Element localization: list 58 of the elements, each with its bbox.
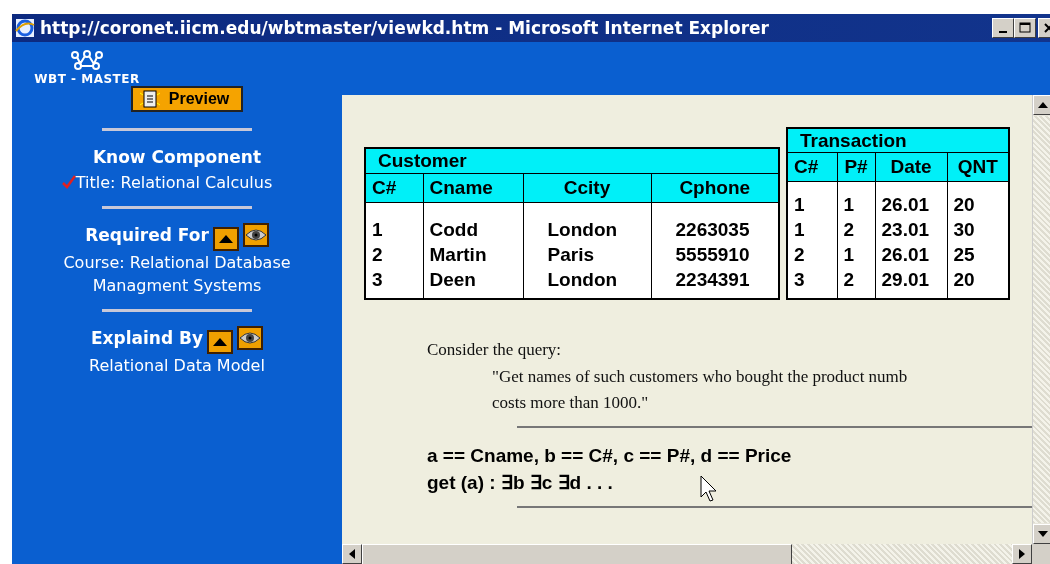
table-cell: 23.01 xyxy=(875,217,947,242)
table-cell: 1 xyxy=(787,217,837,242)
table-cell: 5555910 xyxy=(651,242,779,267)
window-title: http://coronet.iicm.edu/wbtmaster/viewkd.htm - Microsoft Internet Explorer xyxy=(40,18,770,38)
table-cell: Martin xyxy=(423,242,523,267)
scroll-down-button[interactable] xyxy=(1033,524,1050,544)
table-cell: Paris xyxy=(523,242,651,267)
down-arrow-icon xyxy=(1038,531,1048,537)
table-cell: 2 xyxy=(837,217,875,242)
minimize-icon xyxy=(999,31,1007,33)
eye-icon xyxy=(244,226,267,243)
left-arrow-icon xyxy=(349,549,355,559)
minimize-button[interactable] xyxy=(992,18,1014,38)
up-arrow-button[interactable] xyxy=(207,329,234,354)
table-title: Transaction xyxy=(787,128,1009,153)
table-title: Customer xyxy=(365,148,779,174)
eye-button[interactable] xyxy=(237,325,264,350)
eye-icon xyxy=(239,329,262,346)
column-header: Cname xyxy=(423,173,523,203)
right-arrow-icon xyxy=(1019,549,1025,559)
section-text: Relational Data Model xyxy=(89,354,265,377)
formula-line: a == Cname, b == C#, c == P#, d == Price xyxy=(427,445,792,466)
query-intro: Consider the query: xyxy=(427,340,563,360)
query-text: "Get names of such customers who bought the product numb costs more than 1000." xyxy=(492,366,909,414)
browser-icon xyxy=(14,17,36,39)
column-header: Date xyxy=(875,152,947,182)
table-cell: 30 xyxy=(947,217,1009,242)
section-heading: Required For xyxy=(85,224,209,245)
table-cell: 25 xyxy=(947,242,1009,267)
column-header: C# xyxy=(787,152,837,182)
eye-button[interactable] xyxy=(242,222,269,247)
up-arrow-icon xyxy=(1038,102,1048,108)
column-header: Ccity xyxy=(523,173,651,203)
up-arrow-button[interactable] xyxy=(212,226,239,251)
column-header: C# xyxy=(365,173,423,203)
scroll-up-button[interactable] xyxy=(1033,95,1050,115)
table-cell: 1 xyxy=(837,242,875,267)
document-icon xyxy=(138,89,161,109)
maximize-icon xyxy=(1019,22,1031,34)
formula-line: get (a) : ∃b ∃c ∃d . . . xyxy=(427,472,613,493)
preview-button[interactable]: Preview xyxy=(130,86,244,112)
logo-icon xyxy=(70,50,104,72)
maximize-button[interactable] xyxy=(1014,18,1036,38)
column-header: Cphone xyxy=(651,173,779,203)
up-arrow-icon xyxy=(213,337,228,346)
section-heading: Explaind By xyxy=(90,327,204,348)
scroll-right-button[interactable] xyxy=(1012,544,1032,564)
table-cell: 2 xyxy=(787,242,837,267)
column-header: QNT xyxy=(947,152,1009,182)
horizontal-scrollbar-thumb[interactable] xyxy=(362,544,792,564)
section-text: Course: Relational Database Managment Systems xyxy=(62,251,292,297)
scroll-left-button[interactable] xyxy=(342,544,362,564)
table-cell: 2 xyxy=(365,242,423,267)
section-text: Title: Relational Calculus xyxy=(75,171,273,194)
up-arrow-icon xyxy=(218,234,233,243)
table-cell: 26.01 xyxy=(875,242,947,267)
logo-text: WBT - MASTER xyxy=(34,72,140,86)
section-heading: Know Component xyxy=(92,147,262,167)
